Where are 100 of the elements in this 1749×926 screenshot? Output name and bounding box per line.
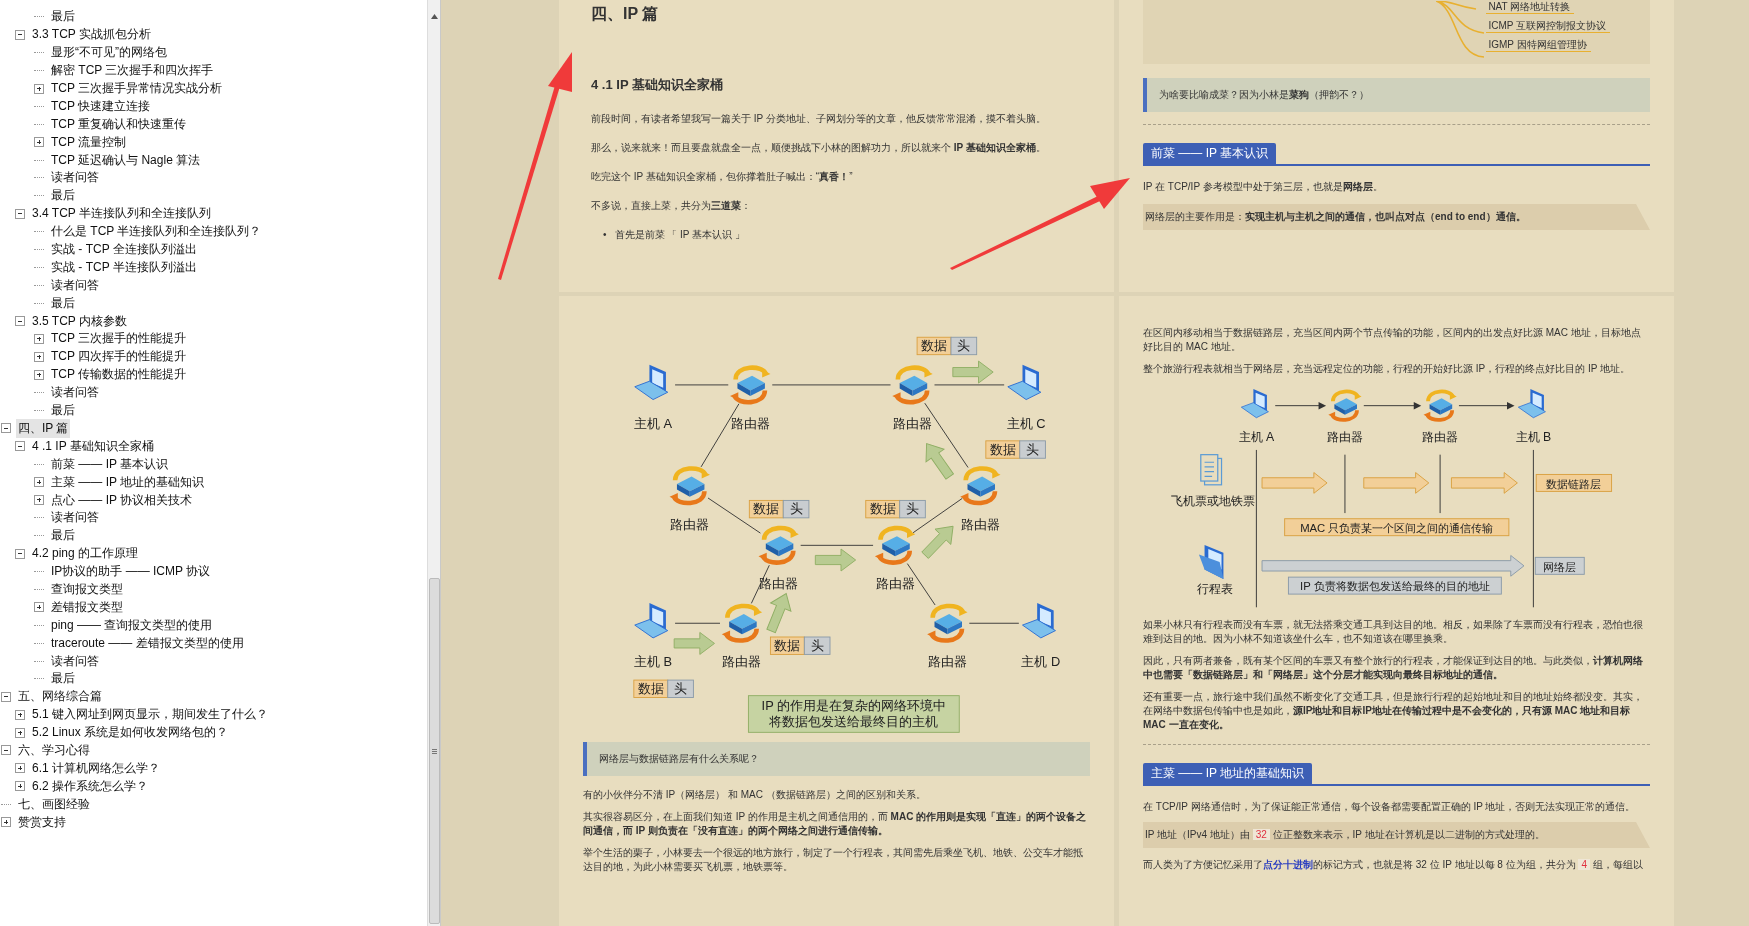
outline-item[interactable]: 四、IP 篇	[16, 418, 71, 438]
outline-item[interactable]: 3.5 TCP 内核参数	[30, 311, 129, 331]
outline-item[interactable]: 3.3 TCP 实战抓包分析	[30, 25, 153, 45]
collapse-icon[interactable]	[1, 423, 11, 434]
scrollbar[interactable]	[427, 0, 440, 926]
outline-item[interactable]: 最后	[49, 669, 77, 689]
outline-item[interactable]: traceroute —— 差错报文类型的使用	[49, 633, 246, 653]
paragraph: 在 TCP/IP 网络通信时，为了保证能正常通信，每个设备都需要配置正确的 IP 地址，否则无法实现正常的通信。	[1143, 800, 1637, 814]
collapse-icon[interactable]	[15, 441, 25, 452]
packet-header-tag: 头	[803, 636, 831, 655]
outline-item[interactable]: 差错报文类型	[49, 597, 125, 617]
router-icon	[874, 525, 916, 565]
direction-arrow	[766, 593, 792, 634]
expand-icon[interactable]	[1, 817, 11, 827]
collapse-icon[interactable]	[15, 208, 25, 219]
collapse-icon[interactable]	[15, 316, 25, 327]
expand-icon[interactable]	[34, 137, 44, 148]
outline-item[interactable]: 六、学习心得	[16, 740, 92, 760]
expand-icon[interactable]	[15, 727, 25, 738]
outline-item[interactable]: 读者问答	[49, 383, 101, 403]
packet-data-tag: 数据	[769, 636, 805, 655]
expand-icon[interactable]	[34, 495, 44, 505]
outline-item[interactable]: 读者问答	[49, 651, 101, 671]
scrollbar-thumb[interactable]	[428, 578, 440, 924]
outline-item[interactable]: 读者问答	[49, 168, 101, 188]
outline-item[interactable]: TCP 传输数据的性能提升	[49, 365, 189, 385]
outline-item[interactable]: 前菜 —— IP 基本认识	[49, 454, 171, 474]
outline-item[interactable]: 最后	[49, 186, 77, 206]
bullet-item: 首先是前菜 「 IP 基本认识 」	[614, 228, 745, 242]
outline-item[interactable]: TCP 流量控制	[49, 132, 129, 152]
direction-arrow	[814, 548, 857, 572]
expand-icon[interactable]	[34, 369, 44, 380]
mind-map-node: NAT 网络地址转换	[1486, 1, 1575, 14]
outline-item[interactable]: 实战 - TCP 全连接队列溢出	[49, 240, 199, 260]
packet-data-tag: 数据	[916, 336, 952, 356]
host-label: 主机 A	[634, 416, 673, 431]
outline-item[interactable]: ping —— 查询报文类型的使用	[49, 615, 215, 635]
outline-item[interactable]: TCP 快速建立连接	[49, 96, 153, 116]
outline-item[interactable]: 点心 —— IP 协议相关技术	[49, 490, 195, 510]
laptop-icon	[1007, 364, 1042, 401]
outline-item[interactable]: 读者问答	[49, 275, 101, 295]
paragraph: 整个旅游行程表就相当于网络层，充当远程定位的功能，行程的开始好比源 IP，行程的终点好比目的 IP 地址。	[1143, 362, 1632, 376]
collapse-icon[interactable]	[1, 745, 11, 756]
outline-item[interactable]: 读者问答	[49, 508, 101, 528]
callout: IP 地址（IPv4 地址）由 32 位正整数来表示，IP 地址在计算机是以二进制的方式处理的。	[1143, 822, 1650, 848]
router-label: 路由器	[927, 654, 967, 670]
router-label: 路由器	[875, 576, 915, 592]
expand-icon[interactable]	[34, 351, 44, 362]
connector-line	[934, 384, 1005, 386]
outline-item[interactable]: 4.2 ping 的工作原理	[30, 544, 141, 564]
outline-item[interactable]: 最后	[49, 526, 77, 546]
laptop-icon	[1022, 603, 1056, 639]
outline-item[interactable]: 解密 TCP 三次握手和四次挥手	[49, 61, 216, 81]
expand-icon[interactable]	[34, 477, 44, 488]
expand-icon[interactable]	[34, 83, 44, 94]
outline-item[interactable]: 赞赏支持	[16, 812, 68, 832]
router-label: 路由器	[960, 516, 1000, 532]
mind-map-node: ICMP 互联网控制报文协议	[1486, 20, 1610, 33]
outline-item[interactable]: 显形“不可见”的网络包	[49, 43, 169, 63]
outline-item[interactable]: TCP 三次握手的性能提升	[49, 329, 189, 349]
paragraph: 那么，说来就来！而且要盘就盘全一点，顺便挑战下小林的图解功力，所以就来个 IP 基础知识全家桶。	[591, 141, 1047, 155]
expand-icon[interactable]	[15, 709, 25, 720]
expand-icon[interactable]	[15, 763, 25, 774]
outline-item[interactable]: TCP 四次挥手的性能提升	[49, 347, 189, 367]
collapse-icon[interactable]	[15, 548, 25, 559]
host-label: 主机 D	[1021, 654, 1061, 670]
outline-item[interactable]: TCP 三次握手异常情况实战分析	[49, 79, 225, 98]
collapse-icon[interactable]	[1, 691, 11, 702]
outline-item[interactable]: 5.1 键入网址到网页显示，期间发生了什么？	[30, 705, 270, 725]
scroll-up-icon[interactable]	[430, 14, 438, 19]
laptop-icon	[634, 603, 669, 639]
outline-item[interactable]: 实战 - TCP 半连接队列溢出	[49, 257, 199, 277]
outline-item[interactable]: 七、画图经验	[16, 794, 92, 814]
outline-item[interactable]: IP协议的助手 —— ICMP 协议	[49, 562, 213, 582]
packet-data-tag: 数据	[865, 499, 901, 519]
paragraph: IP 在 TCP/IP 参考模型中处于第三层，也就是网络层。	[1143, 180, 1384, 194]
outline-item[interactable]: 最后	[49, 7, 77, 27]
paragraph: 举个生活的栗子，小林要去一个很远的地方旅行，制定了一个行程表，其间需先后乘坐飞机、地铁、公交车才能抵达目的地，为此小林需要买飞机票，地铁票等。	[583, 846, 1084, 874]
expand-icon[interactable]	[34, 333, 44, 344]
mind-map-node: IGMP 因特网组管理协	[1486, 39, 1591, 52]
outline-item[interactable]: 什么是 TCP 半连接队列和全连接队列？	[49, 222, 264, 242]
outline-item[interactable]: 6.2 操作系统怎么学？	[30, 776, 150, 796]
outline-item[interactable]: 4 .1 IP 基础知识全家桶	[30, 436, 156, 456]
outline-item[interactable]: 最后	[49, 293, 77, 313]
layer-tag: 数据链路层	[1535, 473, 1613, 492]
connector-line	[968, 622, 1020, 624]
outline-item[interactable]: 五、网络综合篇	[16, 687, 104, 707]
outline-item[interactable]: TCP 重复确认和快速重传	[49, 114, 189, 134]
layer-arrow	[1450, 472, 1518, 494]
expand-icon[interactable]	[15, 781, 25, 792]
outline-item[interactable]: 5.2 Linux 系统是如何收发网络包的？	[30, 723, 231, 743]
outline-item[interactable]: 3.4 TCP 半连接队列和全连接队列	[30, 204, 213, 224]
outline-item[interactable]: TCP 延迟确认与 Nagle 算法	[49, 150, 203, 170]
outline-item[interactable]: 主菜 —— IP 地址的基础知识	[49, 472, 207, 492]
outline-item[interactable]: 查询报文类型	[49, 579, 125, 599]
collapse-icon[interactable]	[15, 29, 25, 40]
outline-item[interactable]: 最后	[49, 401, 77, 421]
expand-icon[interactable]	[34, 602, 44, 613]
outline-item[interactable]: 6.1 计算机网络怎么学？	[30, 758, 162, 778]
connector-line	[674, 384, 729, 386]
